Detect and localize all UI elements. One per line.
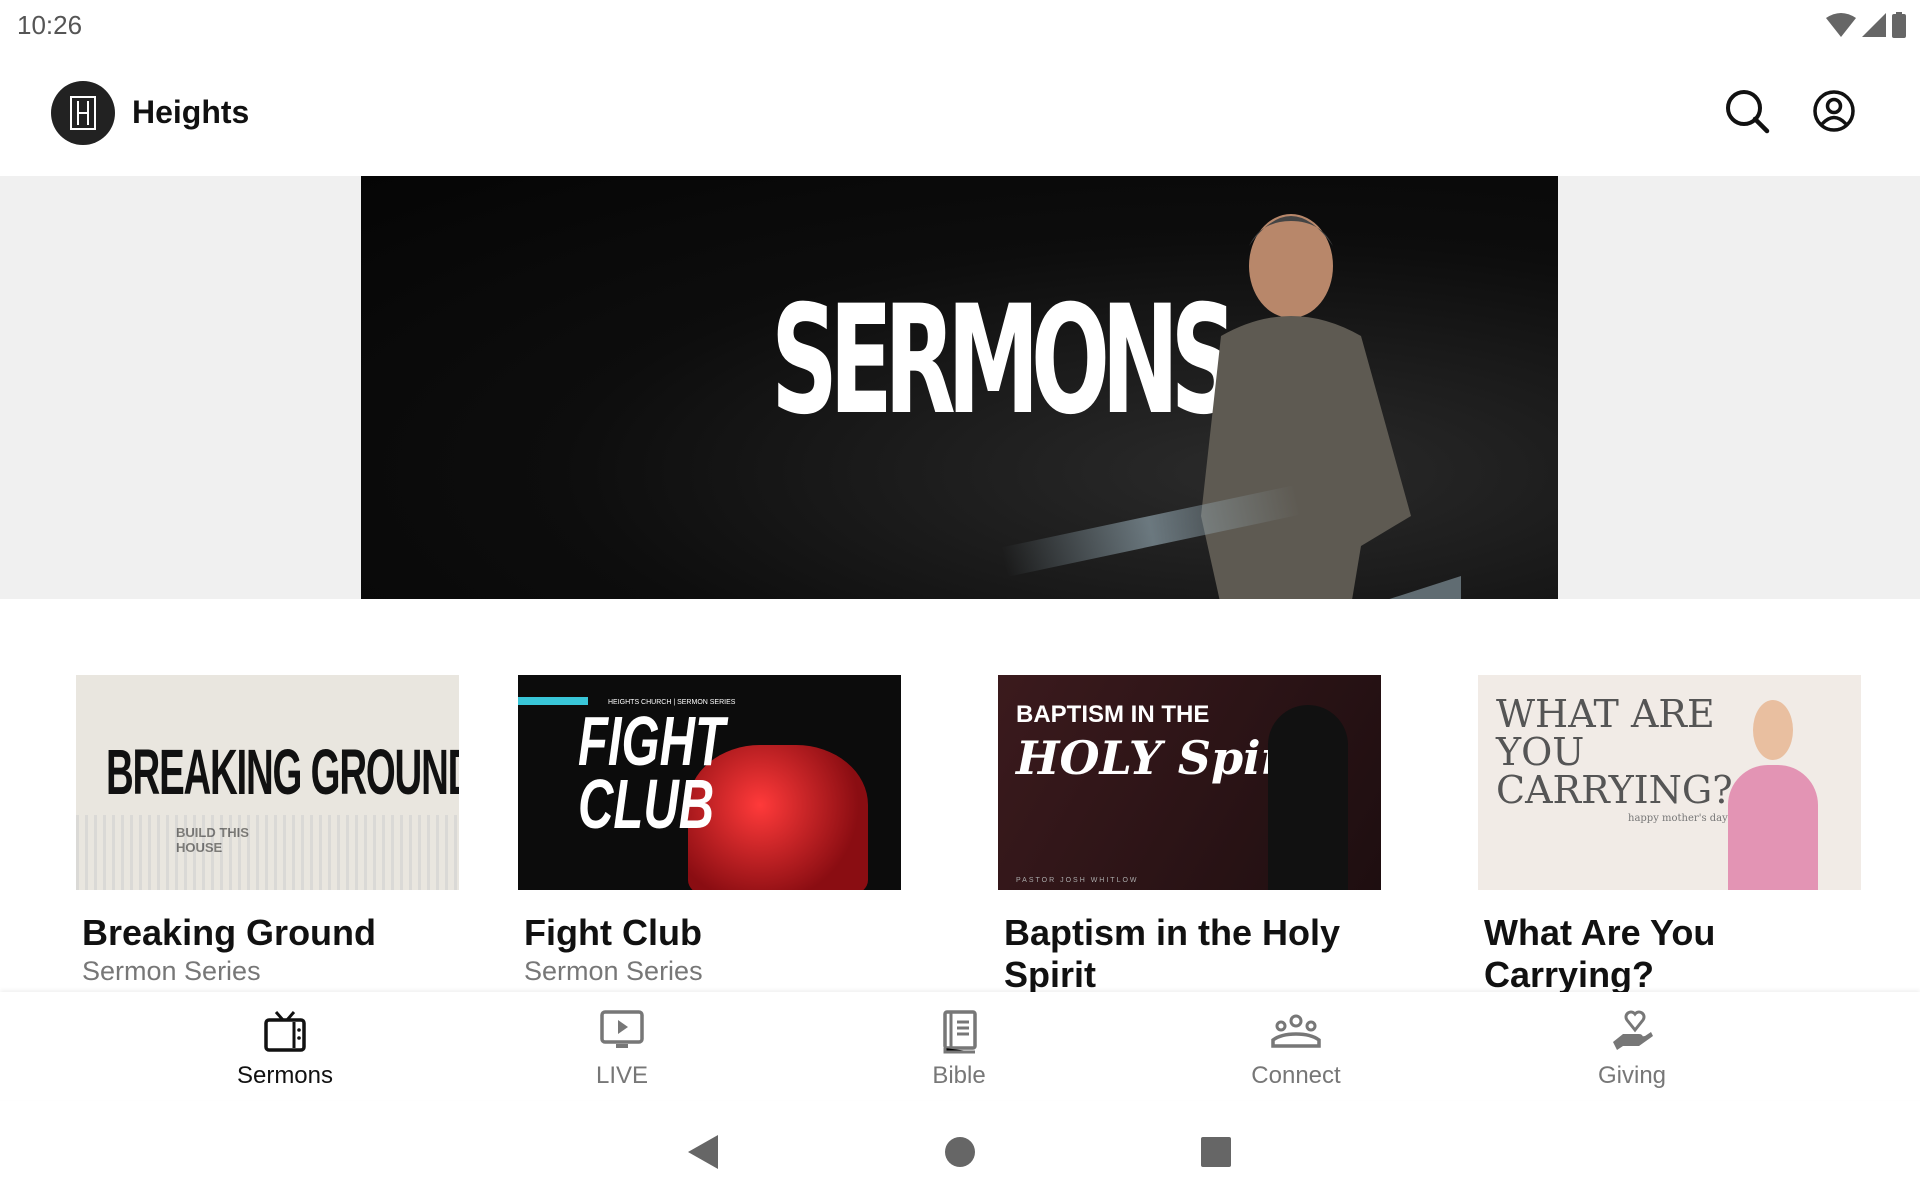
nav-label: Bible [932, 1062, 986, 1089]
status-icons [1826, 12, 1906, 38]
card-title: What Are You Carrying? [1484, 912, 1716, 995]
card-thumbnail: FIGHT CLUB HEIGHTS CHURCH | SERMON SERIE… [518, 675, 901, 890]
card-subtitle: Sermon Series [82, 956, 261, 986]
account-icon [1813, 90, 1855, 132]
thumb-title: FIGHT CLUB [578, 702, 725, 843]
signal-icon [1862, 13, 1886, 37]
group-icon [1271, 1014, 1321, 1048]
nav-connect[interactable]: Connect [1196, 1008, 1396, 1090]
app-bar [0, 49, 1920, 176]
sermon-card[interactable]: WHAT ARE YOU CARRYING? happy mother's da… [1478, 675, 1861, 996]
card-subtitle: Sermon Series [524, 956, 703, 986]
thumb-title: BREAKING GROUND [106, 736, 459, 808]
nav-giving[interactable]: Giving [1532, 1008, 1732, 1090]
app-logo[interactable] [51, 81, 115, 145]
thumb-title: BAPTISM IN THE [1016, 701, 1210, 728]
search-button[interactable] [1721, 85, 1773, 137]
home-button[interactable] [945, 1135, 975, 1169]
wifi-icon [1826, 13, 1856, 37]
nav-label: Giving [1597, 1062, 1667, 1089]
sermon-card[interactable]: BAPTISM IN THE HOLY Spirit PASTOR JOSH W… [998, 675, 1381, 996]
thumb-subtitle: PASTOR JOSH WHITLOW [1016, 877, 1139, 884]
thumb-subtitle: HEIGHTS CHURCH | SERMON SERIES [608, 699, 736, 706]
sermon-card[interactable]: BREAKING GROUND BUILD THIS HOUSE Breakin… [76, 675, 459, 987]
search-icon [1726, 90, 1770, 134]
book-icon [943, 1010, 977, 1054]
thumb-subtitle: happy mother's day [1628, 813, 1728, 824]
hero-banner[interactable]: SERMONS [361, 176, 1558, 599]
tv-icon [264, 1011, 306, 1052]
battery-icon [1892, 12, 1906, 38]
nav-bible[interactable]: Bible [859, 1008, 1059, 1090]
nav-sermons[interactable]: Sermons [185, 1008, 385, 1090]
card-thumbnail: BAPTISM IN THE HOLY Spirit PASTOR JOSH W… [998, 675, 1381, 890]
nav-label: Connect [1251, 1062, 1341, 1089]
pastor-image [1201, 214, 1461, 599]
nav-live[interactable]: LIVE [522, 1008, 722, 1090]
nav-label: LIVE [595, 1062, 649, 1089]
nav-label: Sermons [236, 1062, 334, 1089]
card-title: Breaking Ground [82, 912, 377, 953]
card-thumbnail: WHAT ARE YOU CARRYING? happy mother's da… [1478, 675, 1861, 890]
recents-button[interactable] [1201, 1135, 1231, 1169]
app-title: Heights [132, 94, 250, 130]
back-button[interactable] [688, 1135, 718, 1169]
live-video-icon [600, 1010, 644, 1048]
sermon-card[interactable]: FIGHT CLUB HEIGHTS CHURCH | SERMON SERIE… [518, 675, 901, 987]
card-title: Baptism in the Holy Spirit [1004, 912, 1341, 995]
giving-hand-icon [1613, 1010, 1653, 1050]
status-time: 10:26 [17, 10, 83, 40]
card-thumbnail: BREAKING GROUND BUILD THIS HOUSE [76, 675, 459, 890]
logo-h-icon [70, 96, 96, 130]
card-title: Fight Club [524, 912, 702, 953]
thumb-title: WHAT ARE YOU CARRYING? [1496, 692, 1733, 812]
bottom-navigation: Sermons LIVE Bible Connect Giving [0, 992, 1920, 1100]
account-button[interactable] [1808, 85, 1860, 137]
